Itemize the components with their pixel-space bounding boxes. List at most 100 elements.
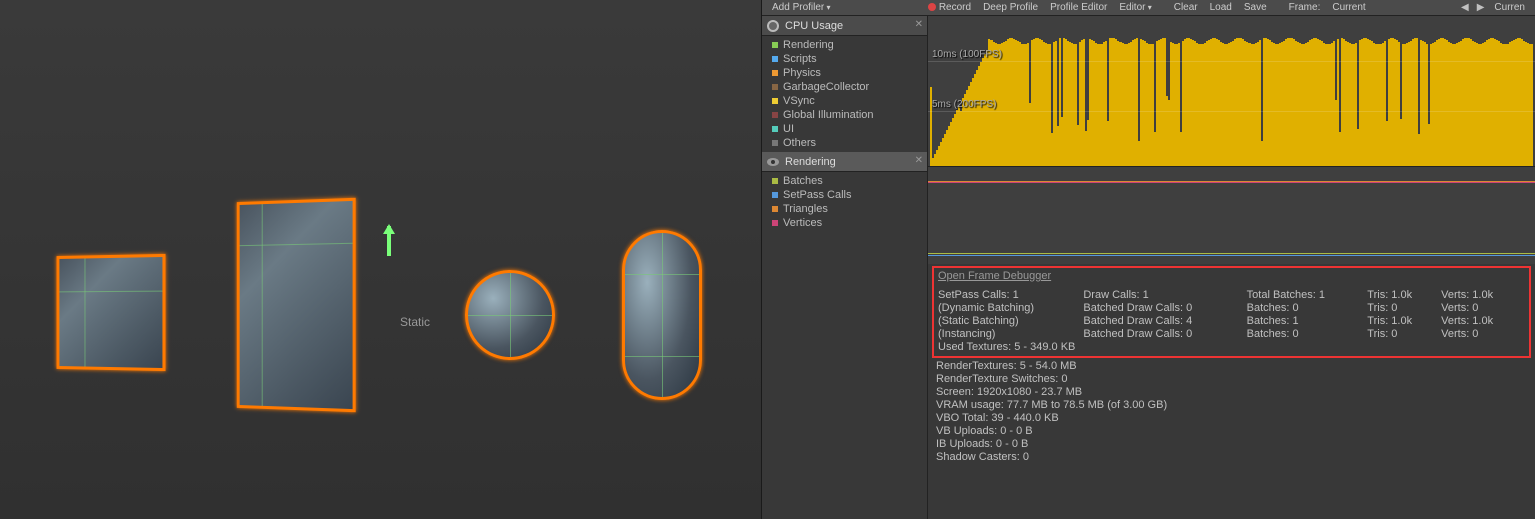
stats-cell: Batches: 0 [1247,328,1368,341]
stats-highlight-box: Open Frame Debugger SetPass Calls: 1Draw… [932,266,1531,358]
rendering-category-item[interactable]: Batches [762,174,927,188]
stats-cell: Verts: 0 [1441,328,1525,341]
static-label: Static [400,315,430,329]
cpu-category-item[interactable]: Scripts [762,52,927,66]
stats-line: VRAM usage: 77.7 MB to 78.5 MB (of 3.00 … [936,399,1527,412]
rendering-module-title: Rendering [785,156,836,168]
editor-dropdown[interactable]: Editor [1113,2,1157,13]
cpu-module-title: CPU Usage [785,20,843,32]
stats-cell: Tris: 1.0k [1367,289,1441,302]
rendering-category-item[interactable]: SetPass Calls [762,188,927,202]
category-label: Physics [783,67,821,79]
color-swatch-icon [772,140,778,146]
rendering-category-item[interactable]: Triangles [762,202,927,216]
stats-cell: (Dynamic Batching) [938,302,1083,315]
color-swatch-icon [772,112,778,118]
record-icon [928,3,936,11]
category-label: Vertices [783,217,822,229]
frame-value: Current [1326,2,1371,13]
frame-label: Frame: [1283,2,1327,13]
color-swatch-icon [772,70,778,76]
scene-object-cube-tall[interactable] [235,200,355,410]
stats-cell: Batches: 1 [1247,315,1368,328]
profile-editor-button[interactable]: Profile Editor [1044,2,1113,13]
cpu-module-header[interactable]: CPU Usage ✕ [762,16,927,36]
load-button[interactable]: Load [1204,2,1238,13]
cpu-category-item[interactable]: UI [762,122,927,136]
color-swatch-icon [772,178,778,184]
cpu-icon [766,19,780,33]
profiler-toolbar: Add Profiler Record Deep Profile Profile… [762,0,1535,16]
rendering-module-header[interactable]: Rendering ✕ [762,152,927,172]
stats-row: (Dynamic Batching)Batched Draw Calls: 0B… [938,302,1525,315]
stats-cell: Total Batches: 1 [1247,289,1368,302]
category-label: UI [783,123,794,135]
add-profiler-dropdown[interactable]: Add Profiler [766,2,837,13]
rendering-graph[interactable] [928,166,1535,264]
profiler-panel: Add Profiler Record Deep Profile Profile… [762,0,1535,519]
stats-line: Screen: 1920x1080 - 23.7 MB [936,386,1527,399]
gizmo-y-axis-icon[interactable] [387,226,391,256]
stats-cell: Batched Draw Calls: 0 [1083,302,1246,315]
stats-cell: Batches: 0 [1247,302,1368,315]
stats-cell: Tris: 1.0k [1367,315,1441,328]
close-icon[interactable]: ✕ [915,19,923,30]
cpu-category-item[interactable]: VSync [762,94,927,108]
scene-object-capsule[interactable] [622,230,702,400]
cpu-category-item[interactable]: GarbageCollector [762,80,927,94]
cpu-category-item[interactable]: Others [762,136,927,150]
color-swatch-icon [772,56,778,62]
stats-cell: Verts: 1.0k [1441,289,1525,302]
color-swatch-icon [772,42,778,48]
cpu-category-item[interactable]: Physics [762,66,927,80]
stats-line: Used Textures: 5 - 349.0 KB [938,341,1525,354]
cpu-usage-graph[interactable]: 10ms (100FPS)5ms (200FPS) [928,16,1535,166]
rendering-category-item[interactable]: Vertices [762,216,927,230]
cpu-category-item[interactable]: Rendering [762,38,927,52]
stats-cell: Verts: 1.0k [1441,315,1525,328]
color-swatch-icon [772,220,778,226]
color-swatch-icon [772,206,778,212]
save-button[interactable]: Save [1238,2,1273,13]
color-swatch-icon [772,192,778,198]
stats-line: Shadow Casters: 0 [936,451,1527,464]
scene-object-cube-small[interactable] [55,255,165,370]
cpu-category-list: Rendering Scripts Physics GarbageCollector V… [762,36,927,152]
stats-line: RenderTexture Switches: 0 [936,373,1527,386]
color-swatch-icon [772,84,778,90]
category-label: Batches [783,175,823,187]
graph-gridline-label: 5ms (200FPS) [932,99,996,110]
scene-view[interactable]: Static [0,0,762,519]
deep-profile-button[interactable]: Deep Profile [977,2,1044,13]
category-label: Others [783,137,816,149]
stats-row: SetPass Calls: 1Draw Calls: 1Total Batch… [938,289,1525,302]
record-button[interactable]: Record [922,2,977,13]
open-frame-debugger-link[interactable]: Open Frame Debugger [938,270,1051,283]
stats-cell: Tris: 0 [1367,302,1441,315]
category-label: Scripts [783,53,817,65]
color-swatch-icon [772,98,778,104]
close-icon[interactable]: ✕ [915,155,923,166]
next-frame-button[interactable]: ▶ [1473,2,1489,13]
prev-frame-button[interactable]: ◀ [1457,2,1473,13]
profiler-module-list: CPU Usage ✕ Rendering Scripts Physics Garba… [762,16,928,519]
stats-line: RenderTextures: 5 - 54.0 MB [936,360,1527,373]
scene-object-sphere[interactable] [465,270,555,360]
stats-cell: Tris: 0 [1367,328,1441,341]
current-button[interactable]: Curren [1488,2,1531,13]
category-label: VSync [783,95,815,107]
rendering-category-list: BatchesSetPass CallsTrianglesVertices [762,172,927,232]
stats-line: IB Uploads: 0 - 0 B [936,438,1527,451]
category-label: GarbageCollector [783,81,869,93]
stats-cell: Verts: 0 [1441,302,1525,315]
stats-cell: SetPass Calls: 1 [938,289,1083,302]
stats-row: (Instancing)Batched Draw Calls: 0Batches… [938,328,1525,341]
cpu-category-item[interactable]: Global Illumination [762,108,927,122]
rendering-icon [766,155,780,169]
stats-line: VB Uploads: 0 - 0 B [936,425,1527,438]
clear-button[interactable]: Clear [1168,2,1204,13]
stats-cell: Batched Draw Calls: 4 [1083,315,1246,328]
stats-line: VBO Total: 39 - 440.0 KB [936,412,1527,425]
category-label: Rendering [783,39,834,51]
color-swatch-icon [772,126,778,132]
